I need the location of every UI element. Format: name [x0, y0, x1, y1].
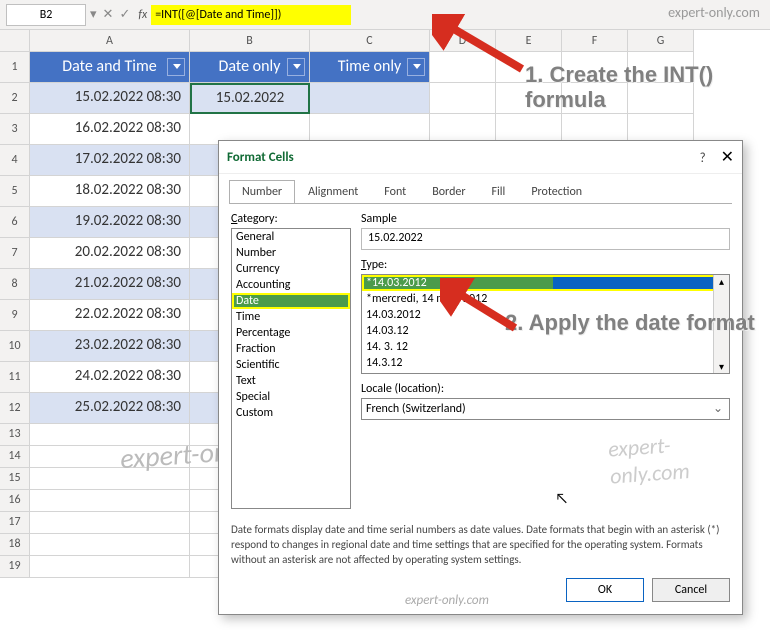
fx-icon[interactable]: fx — [138, 8, 147, 22]
close-icon[interactable]: ✕ — [721, 148, 734, 167]
col-header-G[interactable]: G — [628, 30, 694, 52]
row-header-13[interactable]: 13 — [0, 424, 30, 446]
enter-icon[interactable]: ✓ — [119, 7, 130, 22]
category-fraction[interactable]: Fraction — [232, 341, 350, 357]
row-header-19[interactable]: 19 — [0, 556, 30, 578]
cell-a8[interactable]: 21.02.2022 08:30 — [30, 269, 190, 300]
row-header-16[interactable]: 16 — [0, 490, 30, 512]
category-list[interactable]: GeneralNumberCurrencyAccountingDateTimeP… — [231, 228, 351, 509]
explanation-text: Date formats display date and time seria… — [219, 517, 742, 568]
row-header-8[interactable]: 8 — [0, 269, 30, 300]
table-header-b[interactable]: Date only — [190, 52, 310, 83]
tab-fill[interactable]: Fill — [479, 180, 519, 204]
col-header-B[interactable]: B — [190, 30, 310, 52]
type-label: Type: — [361, 258, 730, 272]
sample-value: 15.02.2022 — [361, 228, 730, 250]
cell-a11[interactable]: 24.02.2022 08:30 — [30, 362, 190, 393]
annotation-2: 2. Apply the date format — [505, 310, 755, 335]
select-all-corner[interactable] — [0, 30, 30, 52]
cell-b2[interactable]: 15.02.2022 — [190, 83, 310, 114]
category-accounting[interactable]: Accounting — [232, 277, 350, 293]
cell[interactable] — [30, 534, 190, 556]
cell-a3[interactable]: 16.02.2022 08:30 — [30, 114, 190, 145]
cell-a6[interactable]: 19.02.2022 08:30 — [30, 207, 190, 238]
category-number[interactable]: Number — [232, 245, 350, 261]
help-icon[interactable]: ? — [700, 151, 706, 166]
tab-number[interactable]: Number — [229, 180, 295, 204]
type-option[interactable]: *14.03.2012 — [362, 275, 729, 291]
ok-button[interactable]: OK — [566, 578, 644, 602]
col-header-A[interactable]: A — [30, 30, 190, 52]
row-header-10[interactable]: 10 — [0, 331, 30, 362]
row-header-12[interactable]: 12 — [0, 393, 30, 424]
cell-c2[interactable] — [310, 83, 430, 114]
type-option[interactable]: *mercredi, 14 mars 2012 — [362, 291, 729, 307]
category-scientific[interactable]: Scientific — [232, 357, 350, 373]
cell-a5[interactable]: 18.02.2022 08:30 — [30, 176, 190, 207]
format-cells-dialog: Format Cells ? ✕ NumberAlignmentFontBord… — [218, 140, 743, 615]
tab-alignment[interactable]: Alignment — [295, 180, 371, 204]
tab-protection[interactable]: Protection — [518, 180, 595, 204]
row-header-18[interactable]: 18 — [0, 534, 30, 556]
row-header-17[interactable]: 17 — [0, 512, 30, 534]
type-option[interactable]: 14. 3. 12 — [362, 339, 729, 355]
sample-label: Sample — [361, 212, 730, 226]
red-arrow-2 — [440, 278, 530, 348]
cell-a4[interactable]: 17.02.2022 08:30 — [30, 145, 190, 176]
locale-combo[interactable]: French (Switzerland) — [361, 398, 730, 420]
dialog-title: Format Cells — [227, 150, 294, 165]
dropdown-icon[interactable]: ▾ — [90, 7, 97, 22]
cell-a10[interactable]: 23.02.2022 08:30 — [30, 331, 190, 362]
cancel-icon[interactable]: ✕ — [103, 7, 114, 22]
category-percentage[interactable]: Percentage — [232, 325, 350, 341]
cell-a12[interactable]: 25.02.2022 08:30 — [30, 393, 190, 424]
cell[interactable] — [30, 556, 190, 578]
row-header-14[interactable]: 14 — [0, 446, 30, 468]
row-header-11[interactable]: 11 — [0, 362, 30, 393]
formula-bar[interactable]: =INT([@[Date and Time]]) — [151, 5, 351, 25]
cell[interactable] — [30, 512, 190, 534]
type-option[interactable]: 2012-03-14 — [362, 371, 729, 374]
category-date[interactable]: Date — [232, 293, 350, 309]
category-time[interactable]: Time — [232, 309, 350, 325]
row-header-2[interactable]: 2 — [0, 83, 30, 114]
name-box[interactable]: B2 — [6, 4, 86, 26]
tab-font[interactable]: Font — [371, 180, 419, 204]
row-header-1[interactable]: 1 — [0, 52, 30, 83]
cell-a9[interactable]: 22.02.2022 08:30 — [30, 300, 190, 331]
watermark-top: expert-only.com — [668, 4, 760, 21]
row-header-6[interactable]: 6 — [0, 207, 30, 238]
row-header-5[interactable]: 5 — [0, 176, 30, 207]
cancel-button[interactable]: Cancel — [652, 578, 730, 602]
formula-tools: ▾ ✕ ✓ — [90, 7, 130, 22]
locale-label: Locale (location): — [361, 382, 730, 396]
cell-a2[interactable]: 15.02.2022 08:30 — [30, 83, 190, 114]
category-label: Category: — [231, 212, 351, 226]
watermark-dialog-bottom: expert-only.com — [405, 593, 489, 608]
row-header-3[interactable]: 3 — [0, 114, 30, 145]
category-general[interactable]: General — [232, 229, 350, 245]
category-custom[interactable]: Custom — [232, 405, 350, 421]
category-special[interactable]: Special — [232, 389, 350, 405]
row-header-15[interactable]: 15 — [0, 468, 30, 490]
tab-border[interactable]: Border — [419, 180, 478, 204]
row-header-9[interactable]: 9 — [0, 300, 30, 331]
table-header-a[interactable]: Date and Time — [30, 52, 190, 83]
row-header-4[interactable]: 4 — [0, 145, 30, 176]
cursor-icon: ↖ — [555, 490, 568, 508]
category-text[interactable]: Text — [232, 373, 350, 389]
cell[interactable] — [30, 490, 190, 512]
red-arrow-1 — [432, 14, 532, 94]
watermark-dialog: expert-only.com — [607, 426, 743, 489]
cell-a7[interactable]: 20.02.2022 08:30 — [30, 238, 190, 269]
type-option[interactable]: 14.3.12 — [362, 355, 729, 371]
category-currency[interactable]: Currency — [232, 261, 350, 277]
col-header-C[interactable]: C — [310, 30, 430, 52]
table-header-c[interactable]: Time only — [310, 52, 430, 83]
row-header-7[interactable]: 7 — [0, 238, 30, 269]
annotation-1: 1. Create the INT() formula — [525, 62, 770, 113]
col-header-F[interactable]: F — [562, 30, 628, 52]
